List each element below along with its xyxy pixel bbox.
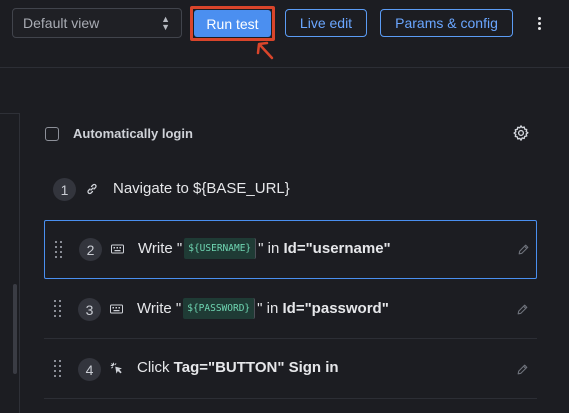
drag-handle-icon[interactable] bbox=[55, 241, 65, 259]
variable-chip[interactable]: ${USERNAME} bbox=[184, 238, 257, 259]
click-icon bbox=[110, 362, 122, 374]
step-text: Navigate to ${BASE_URL} bbox=[113, 180, 290, 197]
pencil-icon[interactable] bbox=[516, 303, 529, 316]
step-3[interactable]: 3 Write " ${PASSWORD} " in Id="password" bbox=[44, 280, 537, 339]
step-1[interactable]: 1 Navigate to ${BASE_URL} bbox=[44, 160, 537, 219]
step-number: 3 bbox=[78, 298, 101, 321]
pencil-icon[interactable] bbox=[517, 243, 530, 256]
step-4[interactable]: 4 Click Tag="BUTTON" Sign in bbox=[44, 340, 537, 399]
step-number: 4 bbox=[78, 358, 101, 381]
step-text: Write " ${USERNAME} " in Id="username" bbox=[138, 238, 391, 259]
select-chevrons-icon: ▲ ▼ bbox=[161, 14, 170, 32]
step-text: Write " ${PASSWORD} " in Id="password" bbox=[137, 298, 389, 319]
arrow-annotation-icon bbox=[256, 41, 274, 60]
run-test-button[interactable]: Run test bbox=[194, 10, 271, 37]
variable-chip[interactable]: ${PASSWORD} bbox=[183, 298, 256, 319]
step-text: Click Tag="BUTTON" Sign in bbox=[137, 359, 339, 376]
auto-login-label: Automatically login bbox=[73, 126, 193, 141]
view-select-value: Default view bbox=[23, 15, 100, 31]
run-test-highlight: Run test bbox=[190, 6, 275, 41]
keyboard-icon bbox=[111, 244, 124, 254]
gear-icon[interactable] bbox=[512, 124, 530, 142]
auto-login-row: Automatically login bbox=[45, 126, 193, 141]
params-config-button[interactable]: Params & config bbox=[380, 9, 513, 37]
drag-handle-icon[interactable] bbox=[54, 360, 64, 378]
auto-login-checkbox[interactable] bbox=[45, 126, 59, 141]
live-edit-button[interactable]: Live edit bbox=[285, 9, 367, 37]
toolbar-divider bbox=[0, 67, 569, 68]
step-2[interactable]: 2 Write " ${USERNAME} " in Id="username" bbox=[44, 220, 537, 279]
pencil-icon[interactable] bbox=[516, 363, 529, 376]
step-number: 2 bbox=[79, 238, 102, 261]
more-options-icon[interactable] bbox=[529, 12, 549, 34]
drag-handle-icon[interactable] bbox=[54, 300, 64, 318]
keyboard-icon bbox=[110, 304, 123, 314]
step-target: Id="password" bbox=[282, 300, 389, 317]
toolbar: Default view ▲ ▼ Run test Live edit Param… bbox=[0, 0, 569, 46]
left-panel bbox=[0, 113, 20, 413]
left-panel-scrollbar[interactable] bbox=[13, 284, 17, 374]
link-icon bbox=[87, 183, 97, 195]
step-target: Tag="BUTTON" Sign in bbox=[173, 359, 339, 376]
view-select[interactable]: Default view ▲ ▼ bbox=[12, 8, 182, 38]
step-target: Id="username" bbox=[283, 240, 391, 257]
step-number: 1 bbox=[53, 178, 76, 201]
